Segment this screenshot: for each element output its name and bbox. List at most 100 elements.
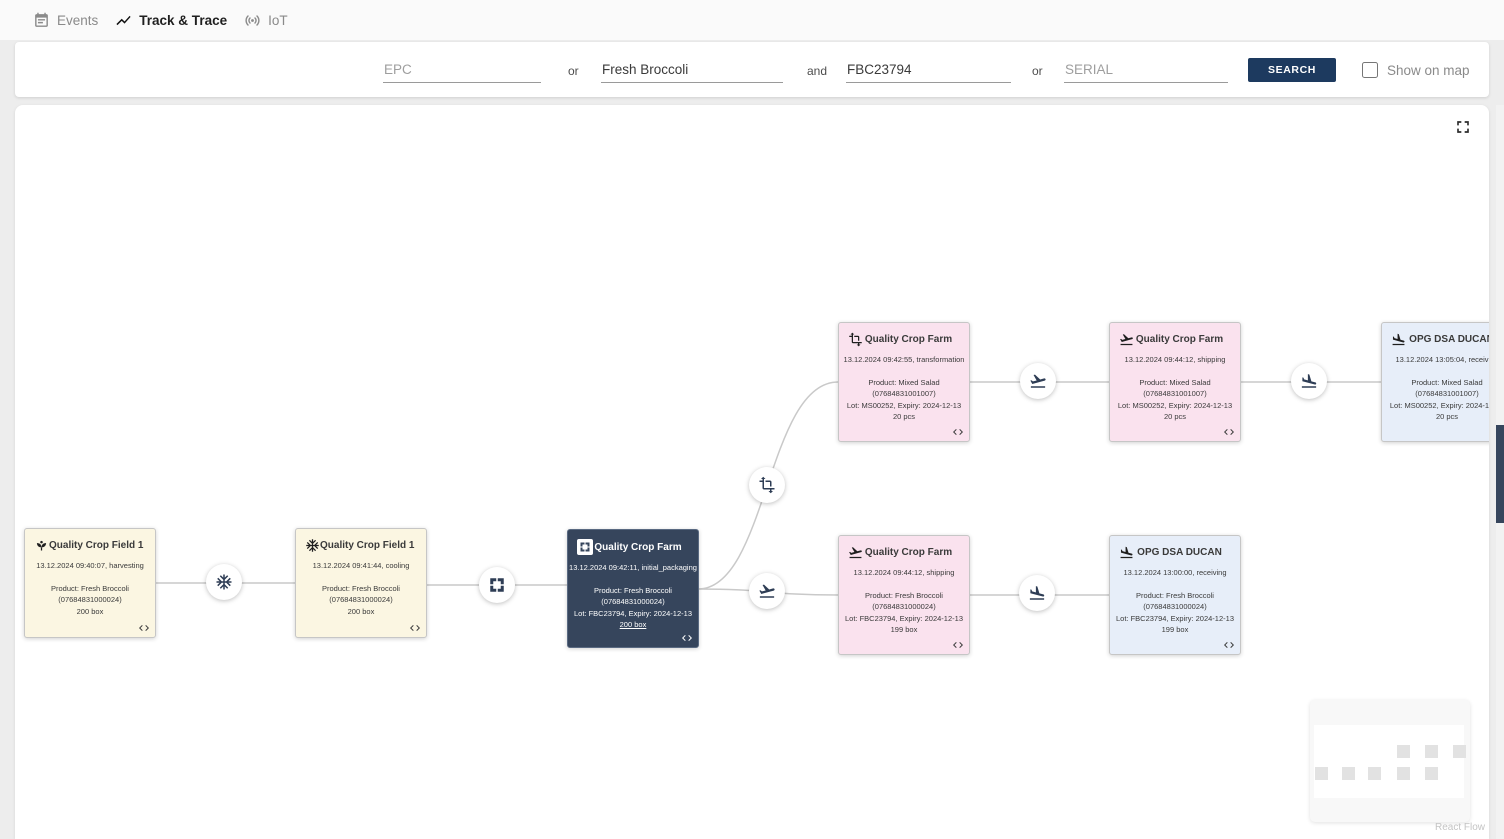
flow-node-cooling[interactable]: Quality Crop Field 1 13.12.2024 09:41:44… (295, 528, 427, 638)
lot-input[interactable] (846, 59, 1011, 83)
show-on-map-checkbox[interactable] (1362, 62, 1378, 78)
edge-badge-packaging[interactable] (479, 567, 515, 603)
node-product: Product: Mixed Salad (1110, 377, 1240, 388)
search-panel: or and or SEARCH Show on map (15, 42, 1489, 97)
scrollbar-thumb[interactable] (1496, 425, 1504, 523)
node-title: Quality Crop Field 1 (49, 540, 149, 551)
code-icon[interactable] (409, 622, 421, 634)
flow-canvas[interactable]: Quality Crop Field 1 13.12.2024 09:40:07… (15, 105, 1489, 839)
node-quantity: 200 box (296, 606, 426, 617)
search-button[interactable]: SEARCH (1248, 58, 1336, 82)
code-icon[interactable] (681, 632, 693, 644)
flight-landing-icon (1028, 584, 1046, 602)
node-title: OPG DSA DUCAN (1134, 547, 1231, 558)
node-event: 13.12.2024 13:05:04, receiving (1382, 355, 1489, 364)
node-lot: Lot: MS00252, Expiry: 2024-12-13 (839, 400, 969, 411)
node-gtin: (07684831000024) (839, 601, 969, 612)
minimap-node (1315, 767, 1328, 780)
node-title: Quality Crop Farm (863, 334, 960, 345)
show-on-map-label: Show on map (1387, 63, 1470, 78)
tab-iot-label: IoT (268, 13, 288, 28)
broadcast-icon (244, 12, 261, 29)
flow-node-harvesting[interactable]: Quality Crop Field 1 13.12.2024 09:40:07… (24, 528, 156, 638)
snowflake-icon (305, 538, 320, 553)
flight-landing-icon (1119, 545, 1134, 560)
code-icon[interactable] (952, 639, 964, 651)
minimap-node (1368, 767, 1381, 780)
node-title: Quality Crop Farm (863, 547, 960, 558)
code-icon[interactable] (1223, 426, 1235, 438)
flow-node-receiving-broccoli[interactable]: OPG DSA DUCAN 13.12.2024 13:00:00, recei… (1109, 535, 1241, 655)
code-icon[interactable] (952, 426, 964, 438)
edge-badge-shipping[interactable] (749, 573, 785, 609)
flight-takeoff-icon (1029, 372, 1047, 390)
node-title: Quality Crop Field 1 (320, 540, 420, 551)
node-gtin: (07684831001007) (839, 388, 969, 399)
or-label: or (1032, 64, 1043, 78)
tab-events-label: Events (57, 13, 98, 28)
flight-takeoff-icon (1119, 332, 1134, 347)
and-label: and (807, 64, 827, 78)
node-product: Product: Fresh Broccoli (296, 583, 426, 594)
flow-node-initial-packaging-selected[interactable]: Quality Crop Farm 13.12.2024 09:42:11, i… (567, 529, 699, 648)
vertical-scrollbar[interactable] (1496, 105, 1504, 839)
epc-input[interactable] (383, 59, 541, 83)
flow-node-shipping-salad[interactable]: Quality Crop Farm 13.12.2024 09:44:12, s… (1109, 322, 1241, 442)
node-gtin: (07684831001007) (1382, 388, 1489, 399)
minimap-node (1397, 767, 1410, 780)
flow-node-transformation[interactable]: Quality Crop Farm 13.12.2024 09:42:55, t… (838, 322, 970, 442)
node-title: OPG DSA DUCAN (1406, 334, 1489, 345)
flight-takeoff-icon (848, 545, 863, 560)
flow-edges (15, 105, 1489, 839)
node-quantity: 20 pcs (839, 411, 969, 422)
react-flow-attribution: React Flow (1435, 822, 1485, 833)
minimap-node (1453, 745, 1466, 758)
top-navigation: Events Track & Trace IoT (0, 0, 1504, 40)
node-quantity: 200 box (568, 619, 698, 630)
node-title: Quality Crop Farm (593, 542, 689, 553)
node-lot: Lot: FBC23794, Expiry: 2024-12-13 (839, 613, 969, 624)
flight-takeoff-icon (758, 582, 776, 600)
node-gtin: (07684831000024) (25, 594, 155, 605)
tab-track-and-trace[interactable]: Track & Trace (115, 12, 227, 29)
node-event: 13.12.2024 09:44:12, shipping (1110, 355, 1240, 364)
node-lot: Lot: FBC23794, Expiry: 2024-12-13 (1110, 613, 1240, 624)
node-gtin: (07684831000024) (568, 596, 698, 607)
node-event: 13.12.2024 09:41:44, cooling (296, 561, 426, 570)
tab-track-and-trace-label: Track & Trace (139, 13, 227, 28)
node-product: Product: Mixed Salad (839, 377, 969, 388)
chart-icon (115, 12, 132, 29)
tab-iot[interactable]: IoT (244, 12, 288, 29)
edge-badge-cooling[interactable] (206, 564, 242, 600)
code-icon[interactable] (138, 622, 150, 634)
node-lot: Lot: MS00252, Expiry: 2024-12-13 (1382, 400, 1489, 411)
edge-badge-shipping[interactable] (1020, 363, 1056, 399)
minimap-viewport (1314, 725, 1464, 798)
node-event: 13.12.2024 13:00:00, receiving (1110, 568, 1240, 577)
edge-badge-transformation[interactable] (749, 467, 785, 503)
flight-landing-icon (1391, 332, 1406, 347)
node-product: Product: Fresh Broccoli (568, 585, 698, 596)
serial-input[interactable] (1064, 59, 1228, 83)
transform-icon (758, 476, 776, 494)
edge-badge-receiving[interactable] (1019, 575, 1055, 611)
transform-icon (848, 332, 863, 347)
node-product: Product: Mixed Salad (1382, 377, 1489, 388)
flow-minimap[interactable] (1310, 700, 1470, 822)
node-gtin: (07684831000024) (296, 594, 426, 605)
node-gtin: (07684831000024) (1110, 601, 1240, 612)
snowflake-icon (215, 573, 233, 591)
tab-events[interactable]: Events (33, 12, 98, 29)
node-product: Product: Fresh Broccoli (1110, 590, 1240, 601)
minimap-node (1342, 767, 1355, 780)
flight-landing-icon (1300, 372, 1318, 390)
code-icon[interactable] (1223, 639, 1235, 651)
harvest-icon (34, 538, 49, 553)
node-product: Product: Fresh Broccoli (839, 590, 969, 601)
flow-node-receiving-salad[interactable]: OPG DSA DUCAN 13.12.2024 13:05:04, recei… (1381, 322, 1489, 442)
node-event: 13.12.2024 09:42:55, transformation (839, 355, 969, 364)
flow-node-shipping-broccoli[interactable]: Quality Crop Farm 13.12.2024 09:44:12, s… (838, 535, 970, 655)
edge-badge-receiving[interactable] (1291, 363, 1327, 399)
product-input[interactable] (601, 59, 783, 83)
node-product: Product: Fresh Broccoli (25, 583, 155, 594)
